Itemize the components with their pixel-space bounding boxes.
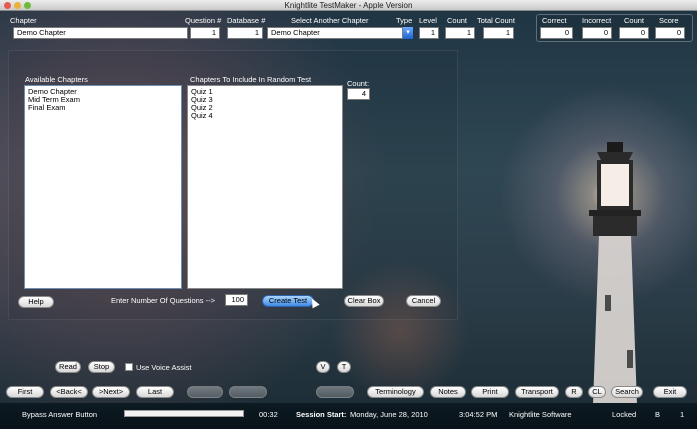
database-label: Database # [227, 16, 266, 25]
disabled-button [229, 386, 267, 398]
session-time: 3:04:52 PM [459, 410, 498, 419]
timer-text: 00:32 [259, 410, 278, 419]
chapter-label: Chapter [10, 16, 37, 25]
question-field[interactable]: 1 [190, 27, 220, 39]
select-chapter-label: Select Another Chapter [291, 16, 369, 25]
cancel-button[interactable]: Cancel [406, 295, 441, 307]
window-title: Knightlite TestMaker - Apple Version [284, 1, 413, 10]
window-controls [4, 2, 31, 9]
correct-field: 0 [540, 27, 573, 39]
b-indicator: B [655, 410, 661, 419]
stop-button[interactable]: Stop [88, 361, 115, 373]
page-indicator: 1 [680, 410, 685, 419]
list-item[interactable]: Quiz 1 [191, 88, 339, 96]
session-start-label: Session Start: [296, 410, 347, 419]
list-item[interactable]: Final Exam [28, 104, 178, 112]
score-count-field: 0 [619, 27, 649, 39]
correct-label: Correct [542, 16, 567, 25]
zoom-window-icon[interactable] [24, 2, 31, 9]
title-bar: Knightlite TestMaker - Apple Version [0, 0, 697, 11]
database-field[interactable]: 1 [227, 27, 263, 39]
level-label: Level [419, 16, 437, 25]
read-button[interactable]: Read [55, 361, 81, 373]
status-bar [0, 403, 697, 429]
dropdown-arrow-icon[interactable]: ▾ [403, 27, 413, 39]
question-label: Question # [185, 16, 222, 25]
type-label: Type [396, 16, 413, 25]
enter-questions-label: Enter Number Of Questions --> [111, 296, 215, 305]
include-chapters-list[interactable]: Quiz 1 Quiz 3 Quiz 2 Quiz 4 [187, 85, 343, 289]
count-label: Count [447, 16, 468, 25]
list-item[interactable]: Quiz 2 [191, 104, 339, 112]
transport-button[interactable]: Transport [515, 386, 559, 398]
search-button[interactable]: Search [611, 386, 643, 398]
terminology-button[interactable]: Terminology [367, 386, 424, 398]
disabled-button [316, 386, 354, 398]
lighthouse-image [589, 142, 641, 405]
create-test-button[interactable]: Create Test [262, 295, 314, 307]
level-field[interactable]: 1 [419, 27, 439, 39]
close-window-icon[interactable] [4, 2, 11, 9]
notes-button[interactable]: Notes [430, 386, 466, 398]
include-count-field: 4 [347, 88, 370, 100]
help-button[interactable]: Help [18, 296, 54, 308]
locked-status: Locked [612, 410, 637, 419]
list-item[interactable]: Quiz 4 [191, 112, 339, 120]
app-window: Knightlite TestMaker - Apple Version Cha… [0, 0, 697, 429]
incorrect-field: 0 [582, 27, 612, 39]
disabled-button [187, 386, 223, 398]
voice-assist-checkbox[interactable] [125, 363, 133, 371]
print-button[interactable]: Print [471, 386, 509, 398]
company-name: Knightlite Software [509, 410, 572, 419]
list-item[interactable]: Quiz 3 [191, 96, 339, 104]
total-count-field[interactable]: 1 [483, 27, 514, 39]
include-count-label: Count: [347, 79, 370, 88]
available-chapters-label: Available Chapters [25, 75, 88, 84]
voice-assist-label: Use Voice Assist [136, 363, 192, 372]
next-button[interactable]: >Next> [92, 386, 130, 398]
cl-button[interactable]: CL [588, 386, 606, 398]
count-field[interactable]: 1 [445, 27, 475, 39]
r-button[interactable]: R [565, 386, 583, 398]
minimize-window-icon[interactable] [14, 2, 21, 9]
total-count-label: Total Count [477, 16, 515, 25]
incorrect-label: Incorrect [582, 16, 612, 25]
chapter-field[interactable]: Demo Chapter [13, 27, 188, 39]
available-chapters-list[interactable]: Demo Chapter Mid Term Exam Final Exam [24, 85, 182, 289]
first-button[interactable]: First [6, 386, 44, 398]
score-count-label: Count [624, 16, 645, 25]
v-button[interactable]: V [316, 361, 330, 373]
progress-bar [124, 410, 244, 417]
score-field: 0 [655, 27, 685, 39]
last-button[interactable]: Last [136, 386, 174, 398]
back-button[interactable]: <Back< [50, 386, 88, 398]
questions-number-field[interactable]: 100 [225, 294, 248, 306]
include-chapters-label: Chapters To Include In Random Test [190, 75, 312, 84]
clear-box-button[interactable]: Clear Box [344, 295, 384, 307]
exit-button[interactable]: Exit [653, 386, 687, 398]
bypass-answer-button[interactable]: Bypass Answer Button [22, 410, 97, 419]
select-chapter-dropdown[interactable]: Demo Chapter [267, 27, 403, 39]
score-label: Score [659, 16, 679, 25]
session-date: Monday, June 28, 2010 [350, 410, 428, 419]
t-button[interactable]: T [337, 361, 351, 373]
